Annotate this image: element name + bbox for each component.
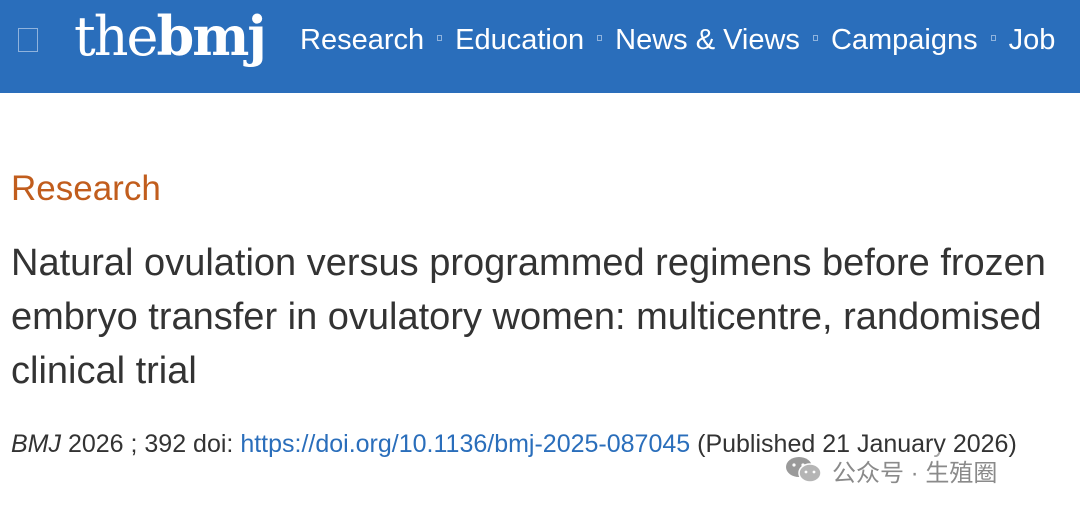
nav-separator [437, 35, 443, 41]
top-navigation-bar: thebmj Research Education News & Views C… [0, 0, 1080, 93]
nav-separator [812, 35, 818, 41]
nav-separator [597, 35, 603, 41]
nav-jobs[interactable]: Job [1009, 20, 1056, 60]
nav-separator [990, 35, 996, 41]
watermark-text: 公众号 · 生殖圈 [832, 459, 998, 487]
nav-campaigns[interactable]: Campaigns [831, 20, 978, 60]
watermark: 公众号 · 生殖圈 [784, 452, 998, 488]
article-title: Natural ovulation versus programmed regi… [11, 242, 1046, 392]
wechat-icon [786, 457, 822, 483]
article-section-label[interactable]: Research [11, 167, 161, 211]
logo-the: the [74, 5, 158, 68]
citation-volume: 2026 ; 392 doi: [61, 430, 241, 458]
logo-bmj: bmj [156, 4, 266, 68]
nav-research[interactable]: Research [300, 20, 424, 60]
doi-link[interactable]: https://doi.org/10.1136/bmj-2025-087045 [240, 430, 690, 458]
citation-journal: BMJ [11, 430, 61, 458]
bmj-logo[interactable]: thebmj [74, 4, 267, 69]
nav-education[interactable]: Education [455, 20, 584, 60]
menu-icon[interactable] [18, 28, 38, 52]
main-nav: Research Education News & Views Campaign… [300, 20, 1055, 60]
nav-news-views[interactable]: News & Views [615, 20, 800, 60]
